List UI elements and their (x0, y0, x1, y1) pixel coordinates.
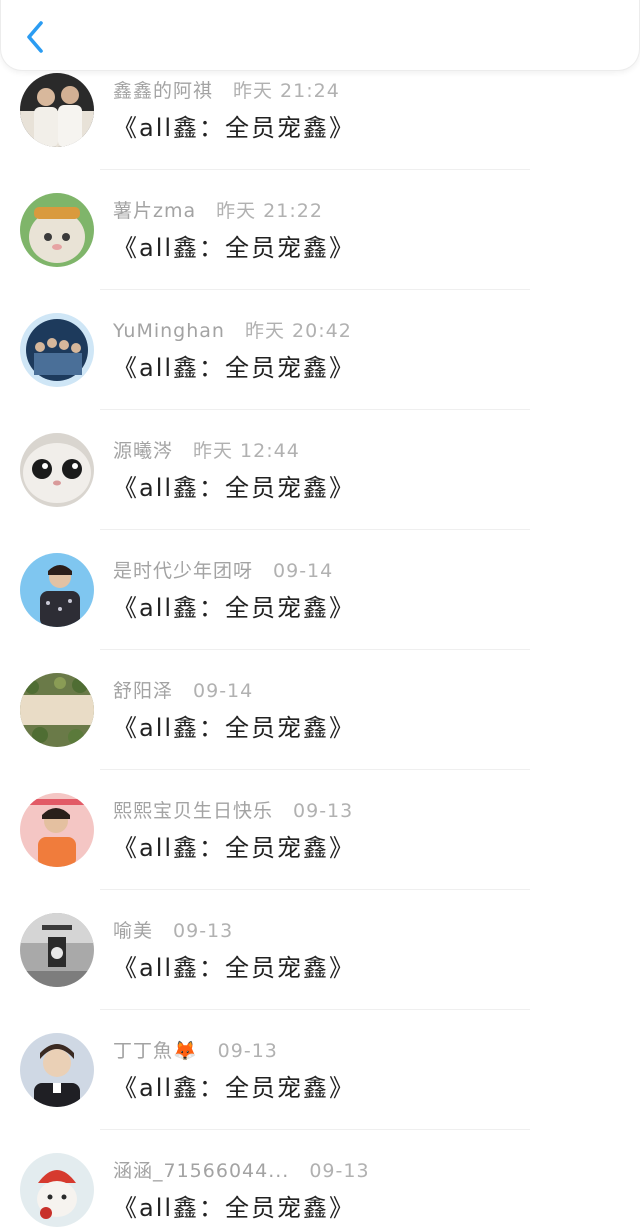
avatar[interactable] (20, 793, 94, 867)
avatar[interactable] (20, 1033, 94, 1107)
list-item[interactable]: 熙熙宝贝生日快乐 09-13 《all鑫：全员宠鑫》 (0, 770, 640, 890)
timestamp: 昨天 21:22 (216, 200, 323, 222)
top-bar (0, 0, 640, 71)
timestamp: 09-13 (309, 1160, 370, 1182)
list-item[interactable]: 涵涵_71566044... 09-13 《all鑫：全员宠鑫》 (0, 1130, 640, 1227)
comment-text: 《all鑫：全员宠鑫》 (113, 714, 356, 742)
list-item[interactable]: 喻美 09-13 《all鑫：全员宠鑫》 (0, 890, 640, 1010)
comment-text: 《all鑫：全员宠鑫》 (113, 1194, 356, 1222)
timestamp: 09-14 (273, 560, 334, 582)
list-item[interactable]: 源曦涔 昨天 12:44 《all鑫：全员宠鑫》 (0, 410, 640, 530)
list-item[interactable]: 丁丁魚🦊 09-13 《all鑫：全员宠鑫》 (0, 1010, 640, 1130)
comment-meta: 喻美 09-13 (113, 916, 233, 944)
username[interactable]: 熙熙宝贝生日快乐 (113, 796, 273, 823)
list-item[interactable]: 舒阳泽 09-14 《all鑫：全员宠鑫》 (0, 650, 640, 770)
comment-meta: 涵涵_71566044... 09-13 (113, 1156, 370, 1184)
comment-text: 《all鑫：全员宠鑫》 (113, 474, 356, 502)
comment-meta: 舒阳泽 09-14 (113, 676, 253, 704)
timestamp: 昨天 21:24 (233, 80, 340, 102)
comment-text: 《all鑫：全员宠鑫》 (113, 954, 356, 982)
username[interactable]: 喻美 (113, 916, 153, 943)
back-button[interactable] (19, 18, 53, 56)
timestamp: 昨天 12:44 (193, 440, 300, 462)
comment-meta: 源曦涔 昨天 12:44 (113, 436, 300, 464)
timestamp: 09-13 (173, 920, 234, 942)
timestamp: 昨天 20:42 (244, 320, 352, 342)
username[interactable]: 是时代少年团呀 (113, 556, 253, 583)
comment-meta: 是时代少年团呀 09-14 (113, 556, 333, 584)
timestamp: 09-13 (293, 800, 354, 822)
username[interactable]: 薯片zma (113, 196, 196, 223)
username[interactable]: 舒阳泽 (113, 676, 173, 703)
comment-meta: 薯片zma 昨天 21:22 (113, 196, 323, 224)
comment-list: 鑫鑫的阿祺 昨天 21:24 《all鑫：全员宠鑫》 薯片zma 昨天 21:22 … (0, 50, 640, 1227)
avatar[interactable] (20, 313, 94, 387)
comment-text: 《all鑫：全员宠鑫》 (113, 1074, 356, 1102)
username[interactable]: 丁丁魚🦊 (113, 1036, 198, 1063)
comment-text: 《all鑫：全员宠鑫》 (113, 354, 356, 382)
avatar[interactable] (20, 1153, 94, 1227)
username[interactable]: YuMinghan (113, 320, 225, 342)
comment-meta: 丁丁魚🦊 09-13 (113, 1036, 278, 1064)
comment-text: 《all鑫：全员宠鑫》 (113, 234, 356, 262)
avatar[interactable] (20, 193, 94, 267)
avatar[interactable] (20, 433, 94, 507)
chevron-left-icon (27, 21, 43, 53)
avatar[interactable] (20, 553, 94, 627)
username[interactable]: 涵涵_71566044... (113, 1156, 289, 1183)
comment-meta: 鑫鑫的阿祺 昨天 21:24 (113, 76, 340, 104)
list-item[interactable]: YuMinghan 昨天 20:42 《all鑫：全员宠鑫》 (0, 290, 640, 410)
username[interactable]: 鑫鑫的阿祺 (113, 76, 213, 103)
comment-text: 《all鑫：全员宠鑫》 (113, 114, 356, 142)
avatar[interactable] (20, 73, 94, 147)
comment-text: 《all鑫：全员宠鑫》 (113, 594, 356, 622)
list-item[interactable]: 是时代少年团呀 09-14 《all鑫：全员宠鑫》 (0, 530, 640, 650)
timestamp: 09-14 (193, 680, 254, 702)
avatar[interactable] (20, 673, 94, 747)
username[interactable]: 源曦涔 (113, 436, 173, 463)
comment-meta: 熙熙宝贝生日快乐 09-13 (113, 796, 353, 824)
comment-text: 《all鑫：全员宠鑫》 (113, 834, 356, 862)
comment-list-page: 鑫鑫的阿祺 昨天 21:24 《all鑫：全员宠鑫》 薯片zma 昨天 21:22 … (0, 0, 640, 1227)
list-item[interactable]: 薯片zma 昨天 21:22 《all鑫：全员宠鑫》 (0, 170, 640, 290)
comment-meta: YuMinghan 昨天 20:42 (113, 316, 352, 344)
timestamp: 09-13 (217, 1040, 278, 1062)
avatar[interactable] (20, 913, 94, 987)
